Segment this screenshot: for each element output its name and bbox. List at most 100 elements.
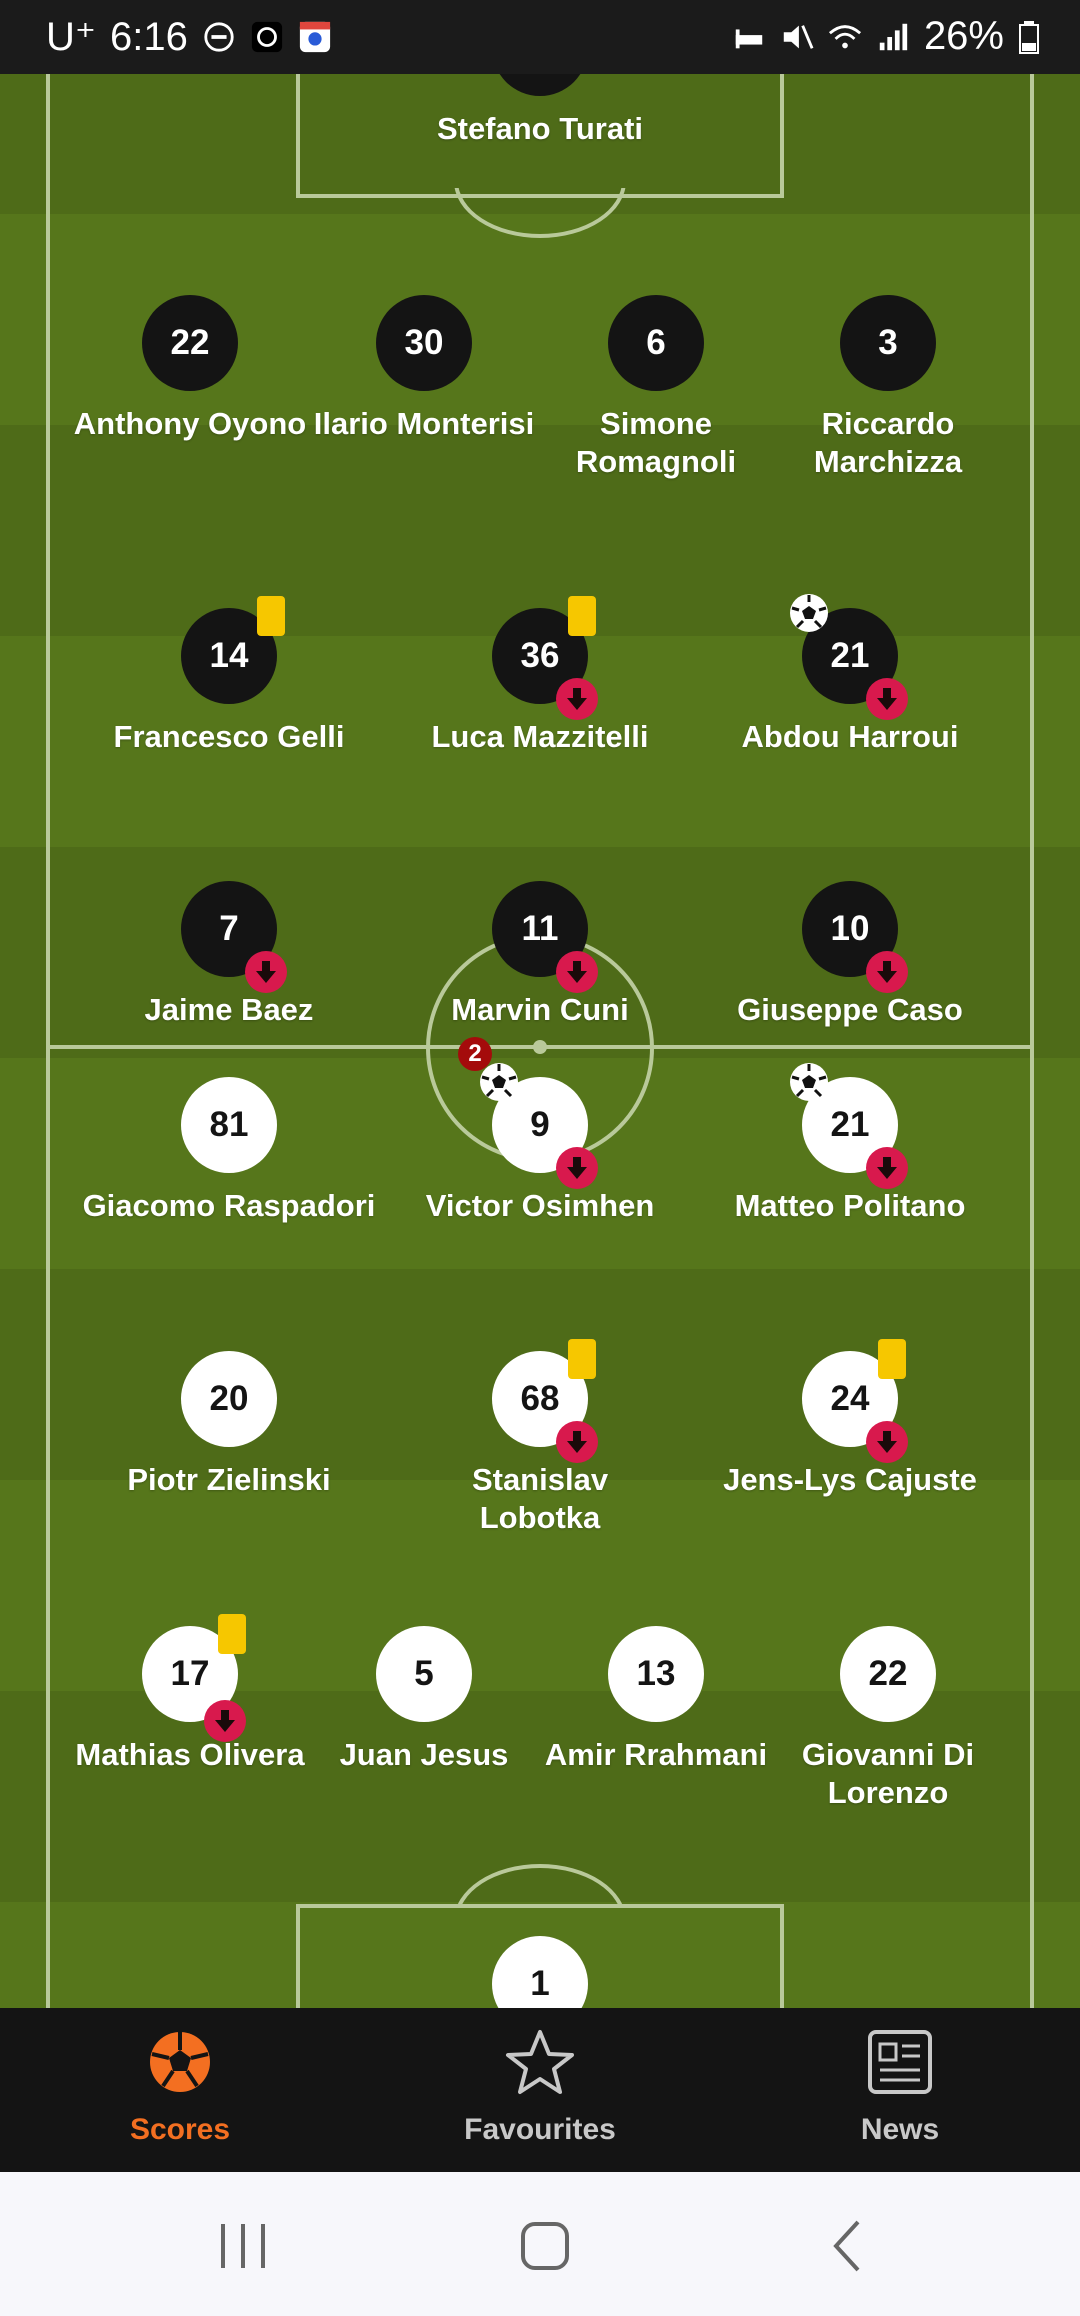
yellow-card-icon [568, 596, 596, 636]
substitution-out-icon [866, 1421, 908, 1463]
star-icon [506, 2030, 574, 2094]
player-home-defender[interactable]: 3 Riccardo Marchizza [788, 295, 988, 481]
substitution-out-icon [866, 1147, 908, 1189]
player-away-forward[interactable]: 9 2 Victor Osimhen [410, 1037, 670, 1225]
player-name: Stefano Turati [436, 111, 644, 146]
goal-scored-icon [790, 594, 828, 632]
player-name: Francesco Gelli [113, 719, 345, 754]
nav-favourites[interactable]: Favourites [390, 2008, 690, 2172]
yellow-card-icon [218, 1614, 246, 1654]
player-name: Jaime Baez [144, 992, 314, 1027]
substitution-out-icon [556, 678, 598, 720]
goal-scored-icon [790, 1063, 828, 1101]
newspaper-icon [868, 2030, 932, 2094]
player-away-defender[interactable]: 13 Amir Rrahmani [536, 1626, 776, 1774]
shirt-number: 21 [830, 1105, 870, 1144]
player-away-midfielder[interactable]: 20 Piotr Zielinski [99, 1351, 359, 1499]
status-bar: U⁺ 6:16 26% [0, 0, 1080, 74]
substitution-out-icon [866, 951, 908, 993]
player-name: Giacomo Raspadori [82, 1188, 376, 1223]
nav-news[interactable]: News [750, 2008, 1050, 2172]
yellow-card-icon [257, 596, 285, 636]
player-name: Luca Mazzitelli [431, 719, 649, 754]
substitution-out-icon [245, 951, 287, 993]
sleep-mode-icon [735, 28, 763, 48]
maps-notification-icon [299, 21, 330, 53]
player-name: Mathias Olivera [75, 1737, 305, 1772]
nav-label: News [860, 2113, 940, 2146]
shirt-number: 10 [830, 909, 870, 948]
player-home-forward[interactable]: 10 Giuseppe Caso [720, 881, 980, 1029]
shirt-number: 5 [376, 1626, 472, 1722]
shirt-number: 1 [492, 1936, 588, 2008]
nav-label: Favourites [464, 2113, 616, 2146]
touchline-left [46, 74, 50, 2008]
player-name: Abdou Harroui [741, 719, 959, 754]
player-away-defender[interactable]: 17 Mathias Olivera [60, 1614, 320, 1774]
battery-percent: 26% [923, 14, 1004, 58]
bottom-navigation: Scores Favourites News [0, 2008, 1080, 2172]
player-home-forward[interactable]: 7 Jaime Baez [99, 881, 359, 1029]
touchline-right [1030, 74, 1034, 2008]
shirt-number: 30 [376, 295, 472, 391]
player-name: Marvin Cuni [451, 992, 629, 1027]
shirt-number: 22 [840, 1626, 936, 1722]
do-not-disturb-icon [204, 22, 234, 52]
player-name: Jens-Lys Cajuste [723, 1462, 977, 1497]
player-away-defender[interactable]: 5 Juan Jesus [324, 1626, 524, 1774]
player-name: Ilario Monterisi [313, 406, 535, 441]
recent-apps-icon[interactable] [203, 2216, 283, 2276]
back-icon[interactable] [808, 2216, 888, 2276]
player-away-midfielder[interactable]: 68 Stanislav Lobotka [410, 1339, 670, 1537]
player-name: Piotr Zielinski [127, 1462, 331, 1497]
shirt-number: 13 [608, 1626, 704, 1722]
player-name: Stanislav Lobotka [471, 1462, 609, 1535]
player-home-forward[interactable]: 11 Marvin Cuni [410, 881, 670, 1029]
player-home-defender[interactable]: 6 Simone Romagnoli [556, 295, 756, 481]
system-navigation-bar [0, 2172, 1080, 2316]
shirt-number [492, 74, 588, 96]
player-away-defender[interactable]: 22 Giovanni Di Lorenzo [778, 1626, 998, 1812]
substitution-out-icon [556, 1421, 598, 1463]
player-name: Matteo Politano [734, 1188, 966, 1223]
goal-count-badge: 2 [458, 1037, 492, 1071]
signal-icon [879, 23, 908, 50]
shirt-number: 6 [608, 295, 704, 391]
player-away-midfielder[interactable]: 24 Jens-Lys Cajuste [720, 1339, 980, 1499]
shirt-number: 17 [170, 1654, 210, 1693]
carrier-label: U⁺ [46, 15, 96, 59]
substitution-out-icon [556, 1147, 598, 1189]
substitution-out-icon [556, 951, 598, 993]
player-name: Amir Rrahmani [544, 1737, 768, 1772]
player-name: Giuseppe Caso [737, 992, 963, 1027]
app-notification-icon [251, 21, 282, 53]
shirt-number: 21 [830, 636, 870, 675]
player-home-goalkeeper[interactable]: Stefano Turati [410, 74, 670, 148]
player-home-midfielder[interactable]: 14 Francesco Gelli [99, 596, 359, 756]
player-away-forward[interactable]: 81 Giacomo Raspadori [69, 1077, 389, 1225]
player-name: Anthony Oyono [73, 406, 307, 441]
substitution-out-icon [866, 678, 908, 720]
goal-scored-icon [480, 1063, 518, 1101]
player-name: Simone Romagnoli [575, 406, 737, 479]
player-name: Giovanni Di Lorenzo [801, 1737, 975, 1810]
player-away-forward[interactable]: 21 Matteo Politano [720, 1063, 980, 1225]
nav-scores[interactable]: Scores [30, 2008, 330, 2172]
player-name: Riccardo Marchizza [813, 406, 963, 479]
soccer-ball-icon [150, 2032, 210, 2092]
player-home-defender[interactable]: 30 Ilario Monterisi [294, 295, 554, 443]
player-away-goalkeeper[interactable]: 1 [410, 1936, 670, 2008]
clock: 6:16 [110, 14, 188, 59]
substitution-out-icon [204, 1700, 246, 1742]
shirt-number: 11 [521, 909, 559, 948]
player-home-midfielder[interactable]: 36 Luca Mazzitelli [410, 596, 670, 756]
player-home-midfielder[interactable]: 21 Abdou Harroui [720, 594, 980, 756]
center-spot [533, 1040, 547, 1054]
player-name: Juan Jesus [339, 1737, 509, 1772]
player-home-defender[interactable]: 22 Anthony Oyono [60, 295, 320, 443]
battery-icon [1019, 20, 1039, 54]
home-icon[interactable] [505, 2216, 585, 2276]
shirt-number: 9 [530, 1105, 550, 1144]
wifi-icon [828, 24, 861, 48]
shirt-number: 14 [209, 636, 249, 675]
